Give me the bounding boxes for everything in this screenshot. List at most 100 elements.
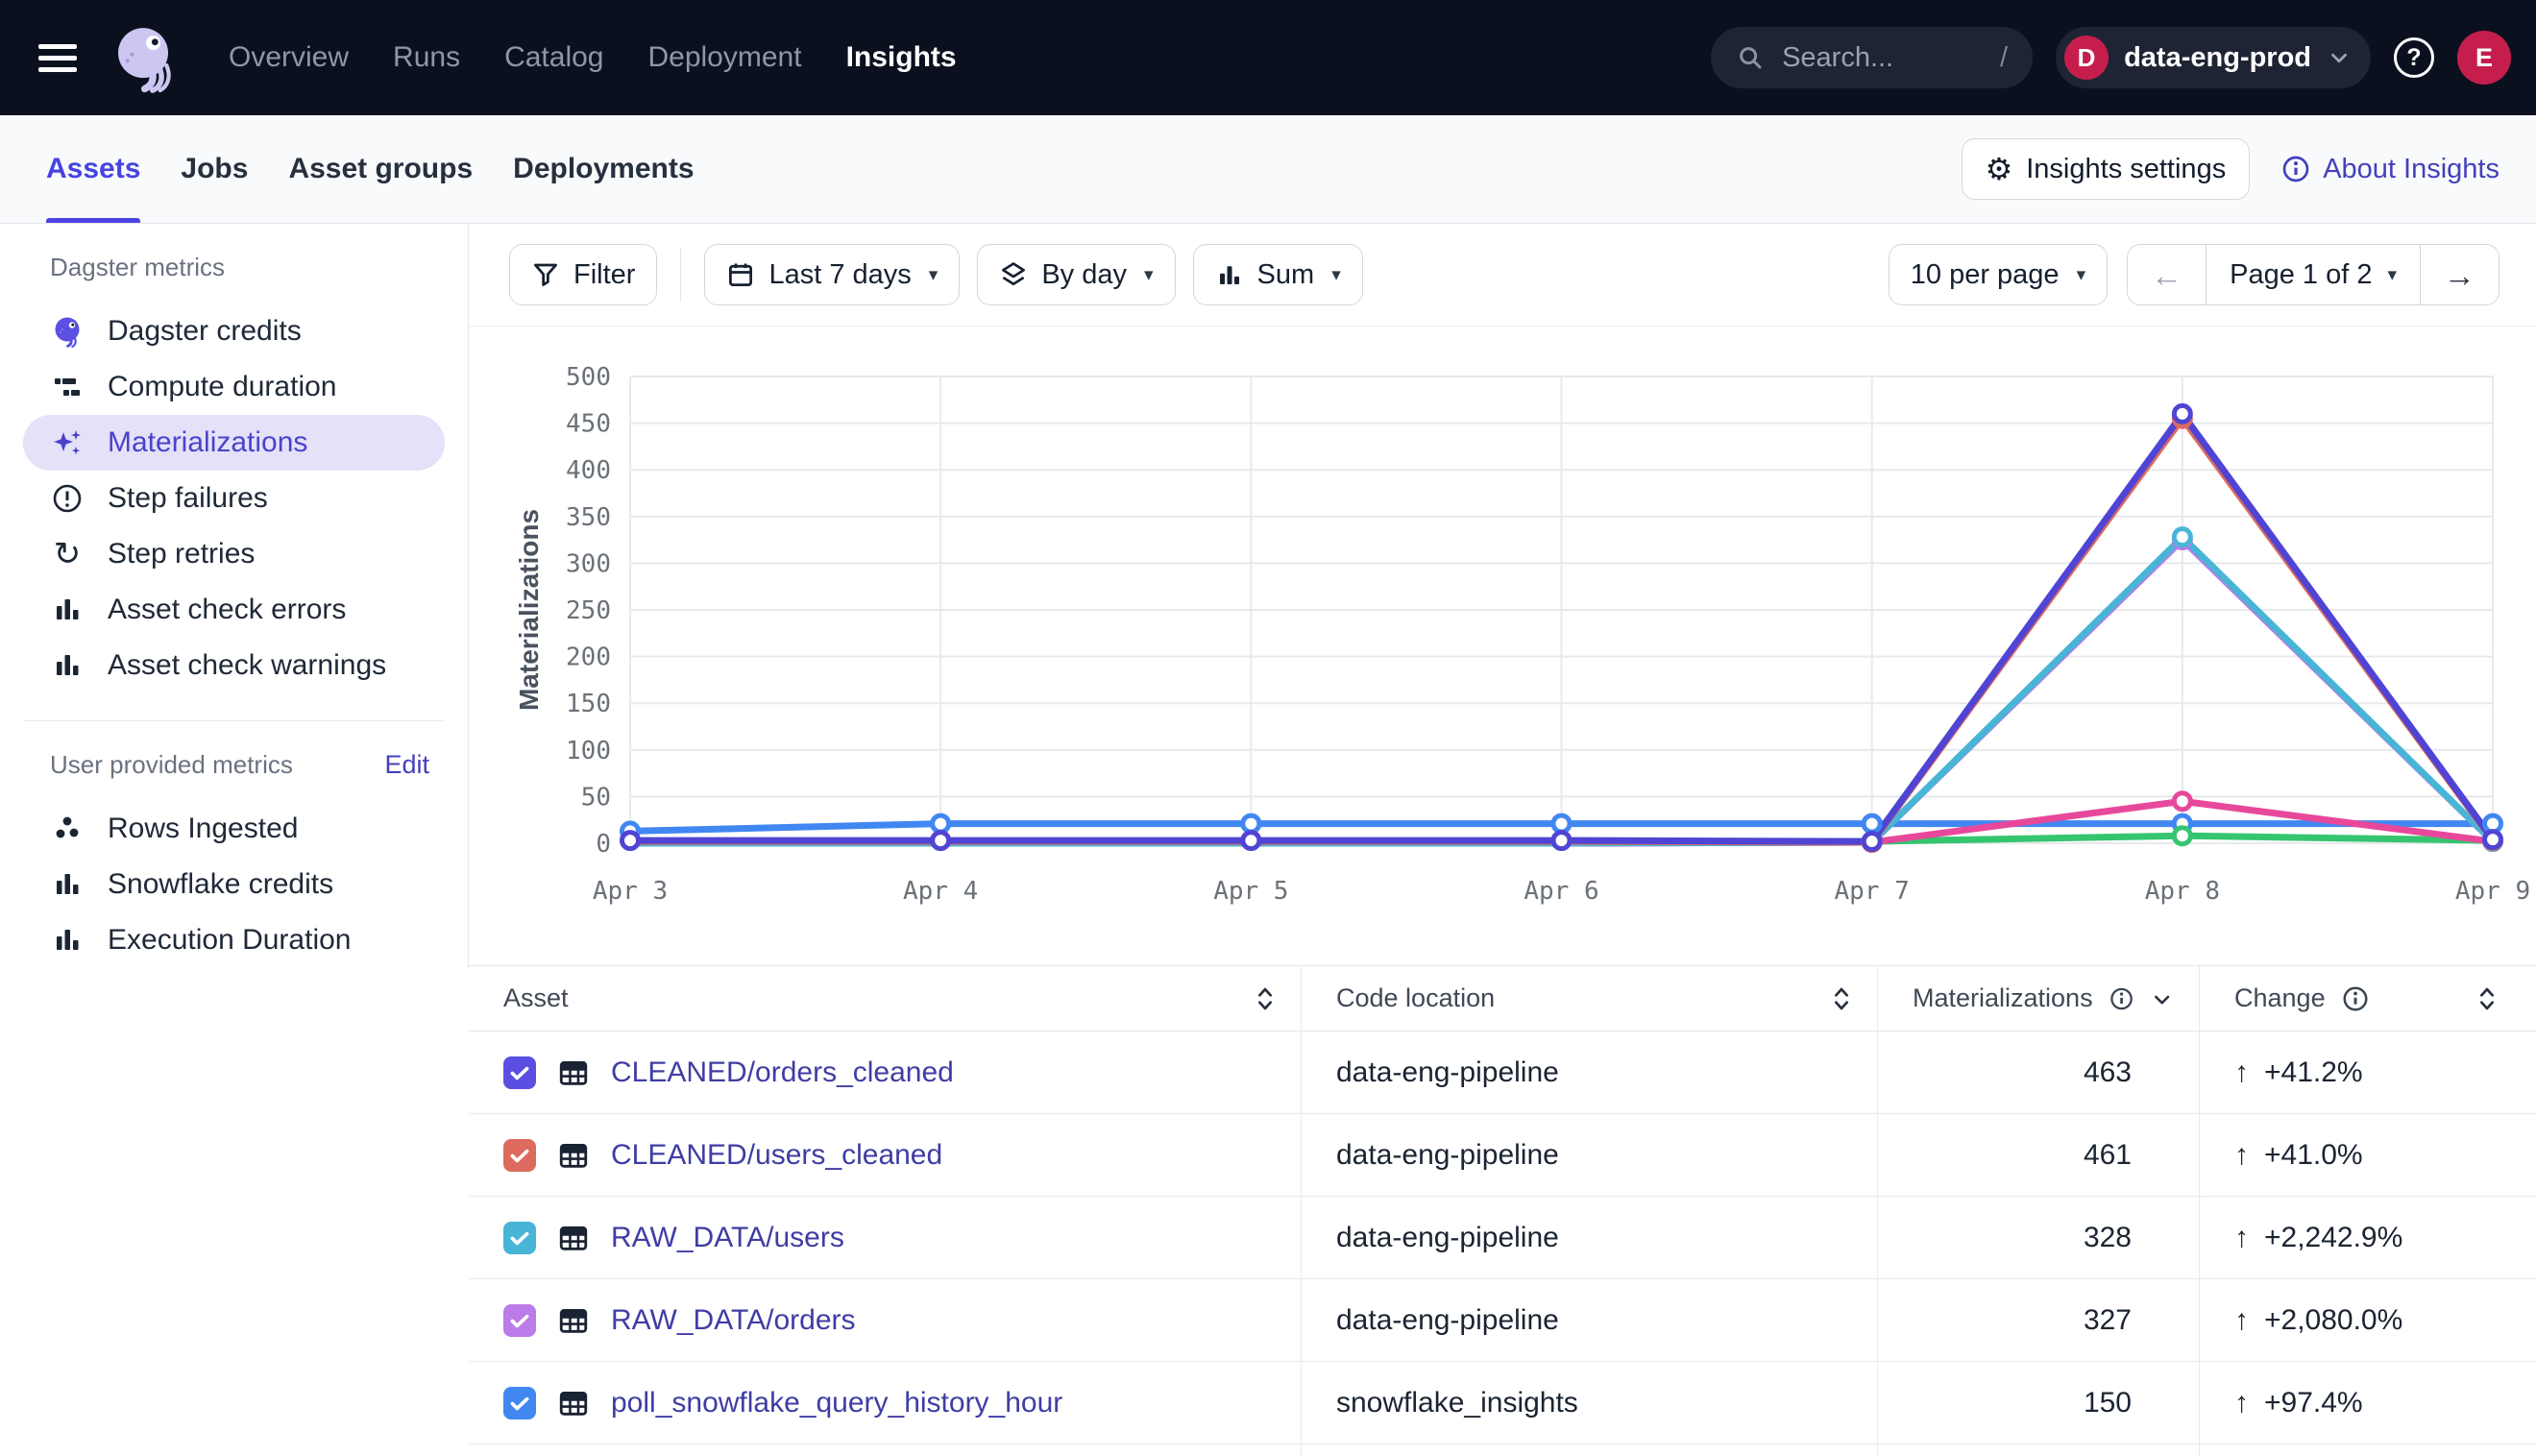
retry-icon: ↻ (50, 537, 85, 571)
nav-overview[interactable]: Overview (229, 41, 349, 74)
materializations-value-cell: 328 (1878, 1197, 2200, 1278)
page-select-button[interactable]: Page 1 of 2 ▾ (2207, 245, 2420, 304)
sort-icon[interactable] (1831, 984, 1852, 1013)
code-location-cell: data-eng-pipeline (1302, 1444, 1878, 1456)
caret-down-icon: ▾ (1144, 264, 1154, 286)
column-header-code-location[interactable]: Code location (1302, 966, 1878, 1031)
column-header-materializations[interactable]: Materializations (1878, 966, 2200, 1031)
group-by-button[interactable]: By day ▾ (977, 244, 1175, 305)
materializations-value-cell: 327 (1878, 1279, 2200, 1361)
sidebar-item-asset-check-errors[interactable]: Asset check errors (23, 582, 445, 638)
materializations-value-cell: 150 (1878, 1362, 2200, 1444)
sidebar-item-step-failures[interactable]: Step failures (23, 471, 445, 526)
search-input[interactable]: Search... / (1711, 27, 2033, 88)
nav-insights[interactable]: Insights (846, 41, 957, 74)
asset-link[interactable]: CLEANED/orders_cleaned (611, 1056, 954, 1089)
date-range-button[interactable]: Last 7 days ▾ (704, 244, 960, 305)
change-value: +97.4% (2264, 1387, 2363, 1420)
change-cell: ↑+41.2% (2200, 1031, 2536, 1113)
duration-icon (50, 370, 85, 404)
arrow-up-icon: ↑ (2234, 1222, 2249, 1254)
sidebar-item-rows-ingested[interactable]: Rows Ingested (23, 801, 445, 857)
tab-jobs[interactable]: Jobs (181, 115, 248, 223)
materializations-value-cell: 463 (1878, 1031, 2200, 1113)
table-row: CLEANED/…data-eng-pipeline47↑+4,600.0% (469, 1444, 2536, 1456)
asset-link[interactable]: poll_snowflake_query_history_hour (611, 1387, 1062, 1420)
sort-icon[interactable] (2476, 984, 2511, 1013)
edit-user-metrics-link[interactable]: Edit (384, 750, 429, 780)
sidebar-item-execution-duration[interactable]: Execution Duration (23, 912, 445, 968)
sidebar-item-label: Step failures (108, 482, 268, 515)
sidebar-item-label: Asset check errors (108, 594, 346, 626)
asset-link[interactable]: RAW_DATA/orders (611, 1304, 856, 1337)
sidebar-item-compute-duration[interactable]: Compute duration (23, 359, 445, 415)
next-page-button[interactable]: → (2421, 245, 2499, 304)
series-checkbox[interactable] (503, 1222, 536, 1254)
code-location-cell: data-eng-pipeline (1302, 1279, 1878, 1361)
column-header-asset[interactable]: Asset (469, 966, 1302, 1031)
sidebar-item-dagster-credits[interactable]: Dagster credits (23, 303, 445, 359)
per-page-button[interactable]: 10 per page ▾ (1889, 244, 2108, 305)
sidebar-item-label: Materializations (108, 426, 307, 459)
about-insights-link[interactable]: About Insights (2280, 154, 2499, 185)
asset-link[interactable]: RAW_DATA/users (611, 1222, 844, 1254)
help-icon[interactable]: ? (2394, 37, 2434, 78)
column-header-change[interactable]: Change (2200, 966, 2536, 1031)
series-checkbox[interactable] (503, 1304, 536, 1337)
nav-deployment[interactable]: Deployment (647, 41, 801, 74)
sidebar-item-snowflake-credits[interactable]: Snowflake credits (23, 857, 445, 912)
series-checkbox[interactable] (503, 1139, 536, 1172)
change-value: +2,242.9% (2264, 1222, 2402, 1254)
previous-page-button[interactable]: ← (2128, 245, 2206, 304)
subnav-right-group: ⚙ Insights settings About Insights (1962, 138, 2499, 200)
primary-nav: Overview Runs Catalog Deployment Insight… (229, 41, 957, 74)
dagster-logo-icon[interactable] (106, 20, 181, 95)
series-checkbox[interactable] (503, 1056, 536, 1089)
table-asset-icon (557, 1387, 590, 1420)
dagster-metrics-list: Dagster creditsCompute duration Materiali… (0, 303, 468, 693)
nav-catalog[interactable]: Catalog (504, 41, 603, 74)
svg-text:350: 350 (566, 503, 611, 532)
svg-text:Apr 7: Apr 7 (1835, 877, 1910, 906)
sidebar-item-step-retries[interactable]: ↻Step retries (23, 526, 445, 582)
sidebar-item-label: Asset check warnings (108, 649, 386, 682)
aggregation-button[interactable]: Sum ▾ (1193, 244, 1363, 305)
tab-deployments[interactable]: Deployments (513, 115, 694, 223)
code-location-cell: data-eng-pipeline (1302, 1031, 1878, 1113)
tab-asset-groups[interactable]: Asset groups (288, 115, 473, 223)
sparkles-icon (50, 425, 85, 460)
caret-down-icon: ▾ (929, 264, 939, 286)
sort-icon[interactable] (1255, 984, 1276, 1013)
svg-text:50: 50 (581, 783, 611, 812)
bar-chart-icon (50, 593, 85, 627)
asset-cell: CLEANED/users_cleaned (469, 1114, 1302, 1196)
series-checkbox[interactable] (503, 1387, 536, 1420)
sidebar-item-label: Rows Ingested (108, 813, 298, 845)
toolbar-divider (680, 248, 681, 302)
asset-link[interactable]: CLEANED/users_cleaned (611, 1139, 942, 1172)
sidebar-item-materializations[interactable]: Materializations (23, 415, 445, 471)
svg-text:100: 100 (566, 737, 611, 765)
deployment-switcher[interactable]: D data-eng-prod (2056, 27, 2371, 88)
user-metrics-list: Rows Ingested Snowflake credits Execution … (0, 801, 468, 968)
asset-cell: RAW_DATA/orders (469, 1279, 1302, 1361)
svg-text:250: 250 (566, 596, 611, 625)
bar-chart-icon (1215, 260, 1244, 289)
hamburger-menu-icon[interactable] (38, 44, 77, 72)
calendar-icon (726, 260, 755, 289)
svg-text:Apr 3: Apr 3 (593, 877, 668, 906)
user-avatar[interactable]: E (2457, 31, 2511, 85)
sidebar-item-label: Snowflake credits (108, 868, 333, 901)
nav-runs[interactable]: Runs (393, 41, 460, 74)
svg-text:150: 150 (566, 690, 611, 718)
alert-circle-icon (50, 481, 85, 516)
sidebar-item-asset-check-warnings[interactable]: Asset check warnings (23, 638, 445, 693)
subnav-tabs: Assets Jobs Asset groups Deployments (46, 115, 695, 223)
svg-text:Materializations: Materializations (514, 509, 544, 711)
bar-chart-icon (50, 867, 85, 902)
sort-desc-icon[interactable] (2150, 985, 2174, 1012)
tab-assets[interactable]: Assets (46, 115, 140, 223)
insights-settings-button[interactable]: ⚙ Insights settings (1962, 138, 2251, 200)
filter-button[interactable]: Filter (509, 244, 657, 305)
arrow-left-icon: ← (2151, 259, 2182, 291)
